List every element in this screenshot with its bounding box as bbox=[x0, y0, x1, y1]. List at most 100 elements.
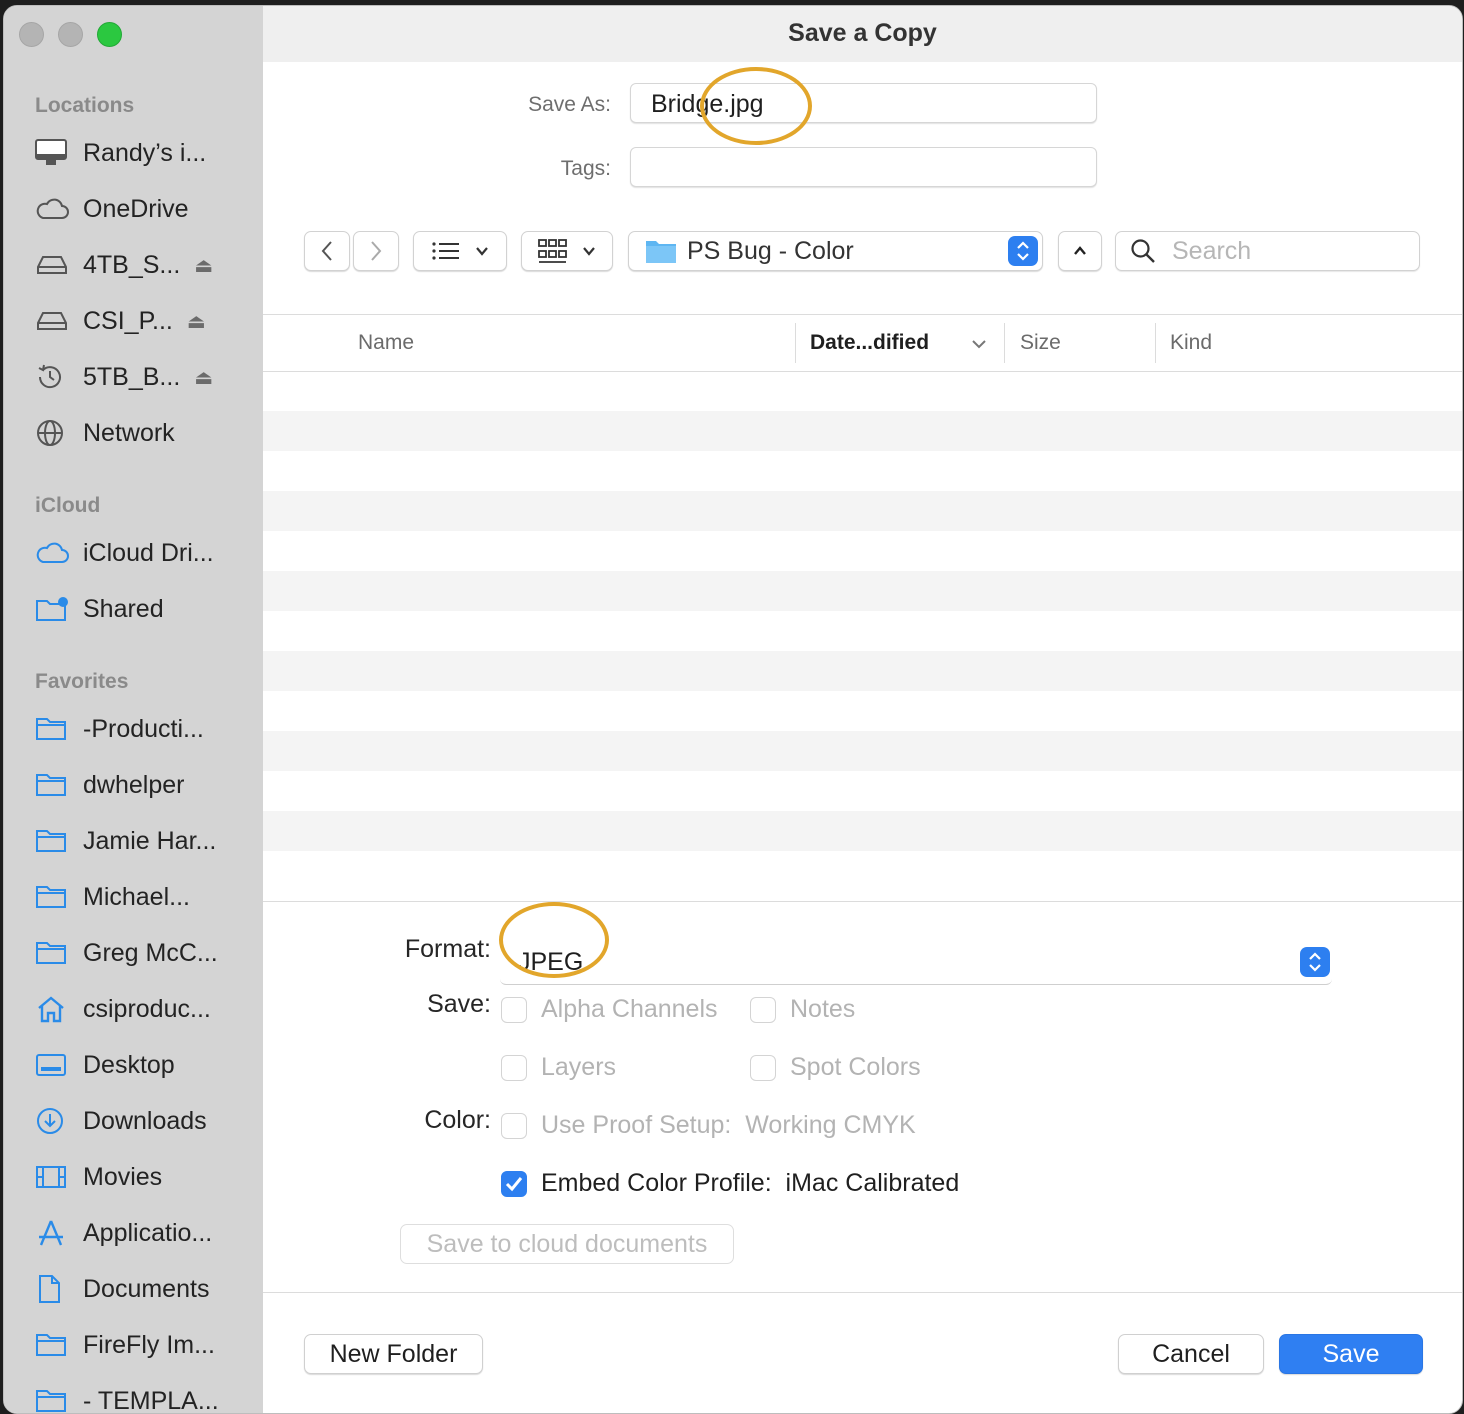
alpha-channels-option[interactable]: Alpha Channels bbox=[501, 995, 718, 1024]
save-button[interactable]: Save bbox=[1279, 1334, 1423, 1374]
search-icon bbox=[1131, 239, 1155, 263]
notes-option[interactable]: Notes bbox=[750, 995, 855, 1024]
save-to-cloud-button[interactable]: Save to cloud documents bbox=[400, 1224, 734, 1264]
use-proof-setup-checkbox[interactable] bbox=[501, 1112, 527, 1139]
column-date-modified[interactable]: Date...dified bbox=[810, 315, 929, 371]
sidebar-item-label: - TEMPLA... bbox=[83, 1386, 219, 1414]
spot-colors-checkbox[interactable] bbox=[750, 1054, 776, 1081]
zoom-window-button[interactable] bbox=[97, 22, 122, 47]
sidebar-item-csi[interactable]: CSI_P... ⏏ bbox=[35, 301, 250, 341]
sidebar-item-4tb[interactable]: 4TB_S... ⏏ bbox=[35, 245, 250, 285]
new-folder-button[interactable]: New Folder bbox=[304, 1334, 483, 1374]
file-list[interactable] bbox=[263, 371, 1462, 901]
folder-icon bbox=[35, 1329, 73, 1361]
chevron-down-icon[interactable] bbox=[971, 338, 987, 350]
save-as-field[interactable]: Bridge.jpg bbox=[630, 83, 1097, 123]
drive-icon bbox=[35, 249, 73, 281]
drive-icon bbox=[35, 305, 73, 337]
sidebar-item-network[interactable]: Network bbox=[35, 413, 250, 453]
search-input[interactable] bbox=[1170, 235, 1404, 267]
sidebar-item-favorite[interactable]: csiproduc... bbox=[35, 989, 250, 1029]
sidebar-section-icloud: iCloud bbox=[35, 494, 101, 517]
tags-field[interactable] bbox=[630, 147, 1097, 187]
format-value: JPEG bbox=[518, 948, 584, 976]
column-kind[interactable]: Kind bbox=[1170, 315, 1212, 371]
home-icon bbox=[35, 993, 73, 1025]
column-size[interactable]: Size bbox=[1020, 315, 1061, 371]
search-field[interactable] bbox=[1115, 231, 1420, 271]
spot-colors-label: Spot Colors bbox=[790, 1053, 921, 1081]
imac-icon bbox=[35, 137, 73, 169]
use-proof-setup-label: Use Proof Setup: Working CMYK bbox=[541, 1111, 916, 1139]
column-divider bbox=[1004, 323, 1005, 363]
list-row bbox=[263, 531, 1462, 571]
grid-icon bbox=[538, 239, 567, 263]
list-view-button[interactable] bbox=[413, 231, 507, 271]
eject-icon[interactable]: ⏏ bbox=[194, 365, 213, 390]
dialog-footer: New Folder Cancel Save bbox=[263, 1292, 1462, 1413]
embed-color-profile-option[interactable]: Embed Color Profile: iMac Calibrated bbox=[501, 1169, 959, 1198]
sidebar-item-favorite[interactable]: dwhelper bbox=[35, 765, 250, 805]
list-row bbox=[263, 651, 1462, 691]
sidebar-item-label: -Producti... bbox=[83, 714, 204, 743]
forward-button[interactable] bbox=[353, 231, 399, 271]
group-by-button[interactable] bbox=[521, 231, 613, 271]
folder-icon bbox=[35, 881, 73, 913]
format-popup[interactable]: JPEG bbox=[500, 942, 1332, 985]
folder-icon bbox=[35, 769, 73, 801]
window-title: Save a Copy bbox=[263, 6, 1462, 62]
sidebar-item-favorite[interactable]: Downloads bbox=[35, 1101, 250, 1141]
sidebar-item-randys-imac[interactable]: Randy’s i... bbox=[35, 133, 250, 173]
checkmark-icon bbox=[505, 1176, 523, 1191]
column-name[interactable]: Name bbox=[358, 315, 414, 371]
notes-label: Notes bbox=[790, 995, 856, 1023]
shared-folder-icon bbox=[35, 593, 73, 625]
sidebar-item-favorite[interactable]: FireFly Im... bbox=[35, 1325, 250, 1365]
chevron-up-icon bbox=[1074, 246, 1086, 255]
back-button[interactable] bbox=[304, 231, 350, 271]
folder-icon bbox=[646, 241, 676, 263]
minimize-window-button[interactable] bbox=[58, 22, 83, 47]
list-row bbox=[263, 571, 1462, 611]
updown-arrows-icon bbox=[1300, 947, 1330, 977]
eject-icon[interactable]: ⏏ bbox=[187, 309, 206, 334]
sidebar-item-favorite[interactable]: Desktop bbox=[35, 1045, 250, 1085]
sidebar-item-favorite[interactable]: Michael... bbox=[35, 877, 250, 917]
sidebar-item-label: Jamie Har... bbox=[83, 826, 217, 855]
sidebar-item-favorite[interactable]: Movies bbox=[35, 1157, 250, 1197]
sidebar-item-onedrive[interactable]: OneDrive bbox=[35, 189, 250, 229]
embed-color-profile-checkbox[interactable] bbox=[501, 1170, 527, 1197]
sidebar-item-favorite[interactable]: Documents bbox=[35, 1269, 250, 1309]
layers-checkbox[interactable] bbox=[501, 1054, 527, 1081]
save-dialog: Locations Randy’s i... OneDrive 4TB_S...… bbox=[3, 5, 1463, 1414]
embed-color-profile-label: Embed Color Profile: iMac Calibrated bbox=[541, 1169, 960, 1197]
format-label: Format: bbox=[404, 935, 491, 963]
parent-folder-button[interactable] bbox=[1058, 231, 1102, 271]
notes-checkbox[interactable] bbox=[750, 996, 776, 1023]
tags-label: Tags: bbox=[560, 157, 611, 180]
layers-option[interactable]: Layers bbox=[501, 1053, 616, 1082]
list-row bbox=[263, 691, 1462, 731]
sidebar-item-favorite[interactable]: - TEMPLA... bbox=[35, 1381, 250, 1414]
sidebar-item-favorite[interactable]: Greg McC... bbox=[35, 933, 250, 973]
sidebar-item-label: Desktop bbox=[83, 1050, 175, 1079]
sidebar-item-shared[interactable]: Shared bbox=[35, 589, 250, 629]
spot-colors-option[interactable]: Spot Colors bbox=[750, 1053, 921, 1082]
sidebar-item-favorite[interactable]: -Producti... bbox=[35, 709, 250, 749]
sidebar-item-favorite[interactable]: Jamie Har... bbox=[35, 821, 250, 861]
sidebar-item-favorite[interactable]: Applicatio... bbox=[35, 1213, 250, 1253]
save-options: Format: JPEG Save: Alpha Channels Notes … bbox=[263, 901, 1462, 1293]
folder-icon bbox=[35, 825, 73, 857]
document-icon bbox=[35, 1273, 73, 1305]
alpha-channels-checkbox[interactable] bbox=[501, 996, 527, 1023]
eject-icon[interactable]: ⏏ bbox=[194, 253, 213, 278]
sidebar-item-5tb[interactable]: 5TB_B... ⏏ bbox=[35, 357, 250, 397]
sidebar-item-label: Michael... bbox=[83, 882, 190, 911]
applications-icon bbox=[35, 1217, 73, 1249]
sidebar-item-icloud-drive[interactable]: iCloud Dri... bbox=[35, 533, 250, 573]
close-window-button[interactable] bbox=[19, 22, 44, 47]
location-popup[interactable]: PS Bug - Color bbox=[628, 231, 1043, 271]
chevron-right-icon bbox=[371, 241, 382, 261]
use-proof-setup-option[interactable]: Use Proof Setup: Working CMYK bbox=[501, 1111, 916, 1140]
cancel-button[interactable]: Cancel bbox=[1118, 1334, 1264, 1374]
